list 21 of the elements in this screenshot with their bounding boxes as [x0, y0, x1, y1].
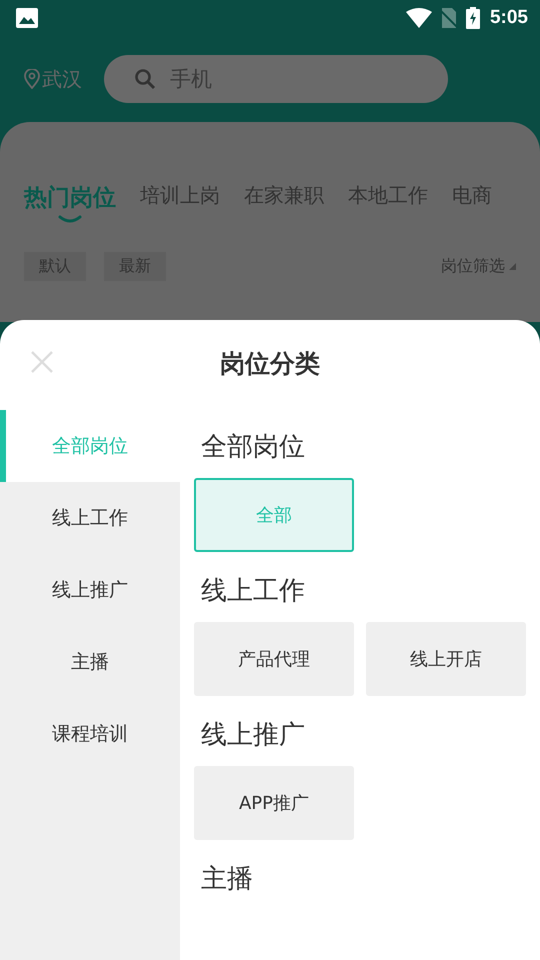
status-time: 5:05 — [490, 7, 528, 29]
section-heading: 全部岗位 — [201, 432, 306, 462]
wifi-icon — [406, 8, 432, 28]
dropdown-triangle-icon — [509, 263, 516, 270]
section-heading: 线上推广 — [201, 720, 306, 750]
battery-charging-icon — [466, 7, 480, 29]
smile-indicator-icon — [58, 215, 82, 223]
no-sim-icon — [440, 8, 458, 28]
option-tile[interactable]: 产品代理 — [194, 622, 354, 696]
option-tile[interactable]: 全部 — [194, 478, 354, 552]
location-pin-icon — [24, 69, 40, 89]
option-tile[interactable]: APP推广 — [194, 766, 354, 840]
section-heading: 线上工作 — [201, 576, 306, 606]
section-heading: 主播 — [201, 864, 254, 894]
location-button[interactable]: 武汉 — [24, 66, 82, 92]
close-icon[interactable] — [30, 350, 54, 374]
category-tab[interactable]: 热门岗位 — [24, 182, 116, 232]
category-item[interactable]: 全部岗位 — [0, 410, 180, 482]
image-icon — [16, 8, 38, 28]
sheet-title: 岗位分类 — [220, 348, 320, 380]
option-tile[interactable]: 线上开店 — [366, 622, 526, 696]
